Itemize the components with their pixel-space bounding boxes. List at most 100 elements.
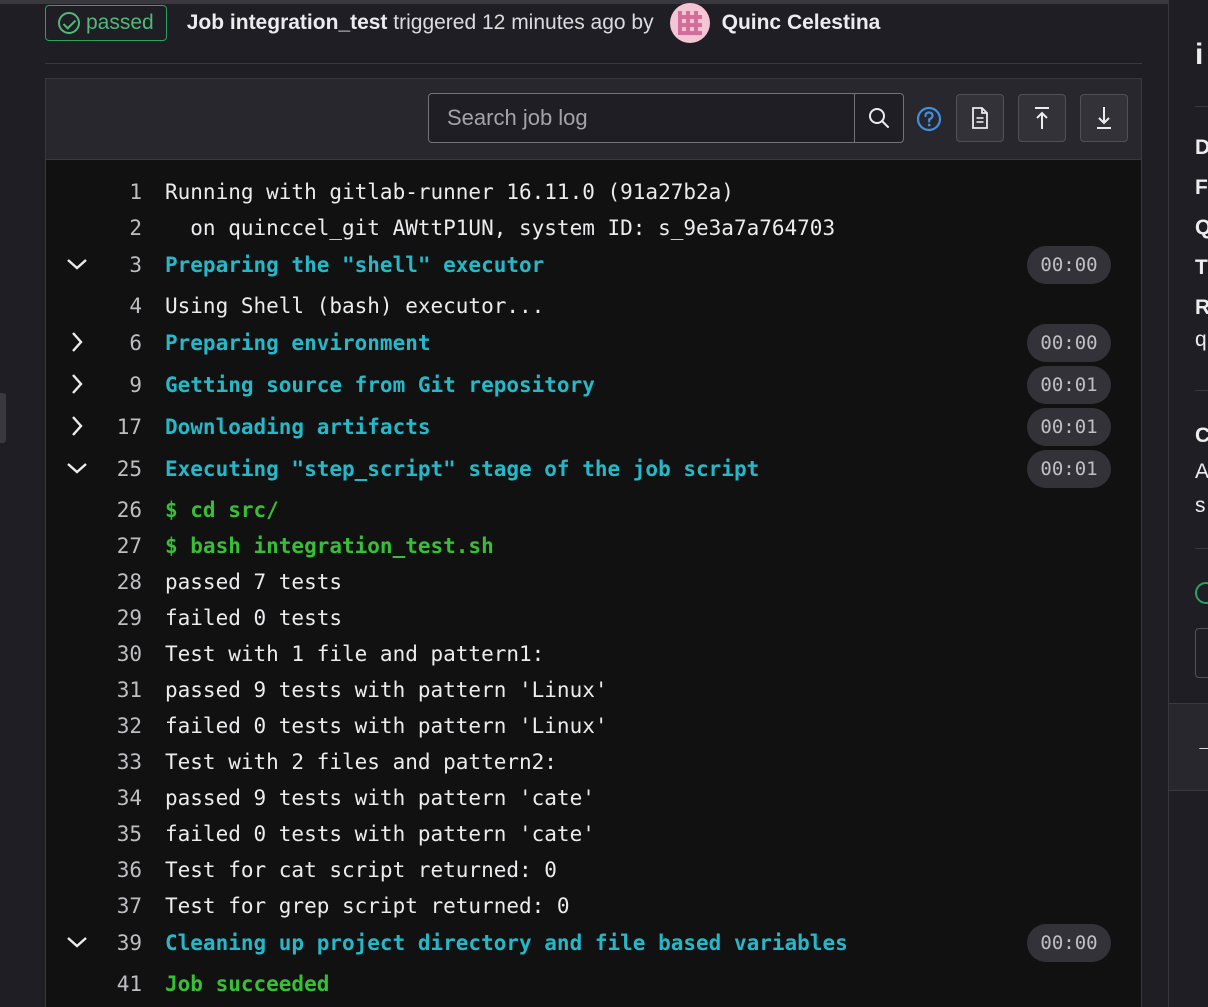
chevron-down-icon[interactable] — [64, 246, 90, 282]
section-title: Cleaning up project directory and file b… — [165, 931, 848, 955]
log-line: 2 on quinccel_git AWttP1UN, system ID: s… — [46, 210, 1141, 246]
duration-badge: 00:01 — [1027, 450, 1111, 488]
log-text: passed 7 tests — [165, 570, 343, 594]
job-log-panel: 1 Running with gitlab-runner 16.11.0 (91a… — [45, 78, 1142, 1007]
line-number[interactable]: 27 — [96, 528, 142, 564]
log-section-row[interactable]: 3 Preparing the "shell" executor 00:00 — [46, 246, 1141, 288]
arrow-right-icon[interactable]: → — [1195, 734, 1208, 758]
sidebar-description: A — [1195, 460, 1208, 483]
sidebar-divider — [1195, 548, 1208, 549]
line-number[interactable]: 34 — [96, 780, 142, 816]
chevron-down-icon[interactable] — [64, 924, 90, 960]
log-line: 37 Test for grep script returned: 0 — [46, 888, 1141, 924]
log-text: on quinccel_git AWttP1UN, system ID: s_9… — [165, 216, 836, 240]
sidebar-footer-block: → — [1169, 703, 1208, 791]
log-line: 1 Running with gitlab-runner 16.11.0 (91a… — [46, 174, 1141, 210]
log-text: Using Shell (bash) executor... — [165, 294, 545, 318]
log-toolbar — [46, 79, 1141, 160]
line-number[interactable]: 33 — [96, 744, 142, 780]
line-number[interactable]: 17 — [96, 408, 142, 446]
log-text: passed 9 tests with pattern 'cate' — [165, 786, 595, 810]
log-text: Job succeeded — [165, 972, 330, 996]
line-number[interactable]: 35 — [96, 816, 142, 852]
search-box — [428, 93, 904, 143]
chevron-right-icon[interactable] — [64, 324, 90, 360]
section-title: Getting source from Git repository — [165, 373, 595, 397]
search-button[interactable] — [854, 94, 903, 142]
header-divider — [45, 63, 1142, 64]
log-line: 41 Job succeeded — [46, 966, 1141, 1002]
sidebar-row-label: D — [1195, 136, 1208, 160]
sidebar-row-label: R — [1195, 296, 1208, 320]
line-number[interactable]: 31 — [96, 672, 142, 708]
log-line: 33 Test with 2 files and pattern2: — [46, 744, 1141, 780]
show-raw-button[interactable] — [956, 94, 1004, 142]
log-line: 36 Test for cat script returned: 0 — [46, 852, 1141, 888]
duration-badge: 00:01 — [1027, 366, 1111, 404]
line-number[interactable]: 41 — [96, 966, 142, 1002]
line-number[interactable]: 1 — [96, 174, 142, 210]
log-line: 30 Test with 1 file and pattern1: — [46, 636, 1141, 672]
status-success-icon — [1195, 582, 1208, 604]
log-section-row[interactable]: 39 Cleaning up project directory and file… — [46, 924, 1141, 966]
log-text: Test with 2 files and pattern2: — [165, 750, 557, 774]
document-icon — [972, 107, 988, 129]
log-line: 26 $ cd src/ — [46, 492, 1141, 528]
line-number[interactable]: 2 — [96, 210, 142, 246]
sidebar-row-value: q — [1195, 328, 1207, 351]
log-text: passed 9 tests with pattern 'Linux' — [165, 678, 608, 702]
left-nav-handle[interactable] — [0, 393, 6, 443]
search-job-log-input[interactable] — [429, 94, 854, 142]
log-text: Test with 1 file and pattern1: — [165, 642, 545, 666]
line-number[interactable]: 4 — [96, 288, 142, 324]
log-text: Running with gitlab-runner 16.11.0 (91a2… — [165, 180, 734, 204]
line-number[interactable]: 36 — [96, 852, 142, 888]
scroll-to-top-button[interactable] — [1018, 94, 1066, 142]
section-title: Executing "step_script" stage of the job… — [165, 457, 760, 481]
avatar[interactable] — [669, 3, 710, 43]
line-number[interactable]: 28 — [96, 564, 142, 600]
line-number[interactable]: 32 — [96, 708, 142, 744]
check-circle-icon — [58, 12, 80, 34]
line-number[interactable]: 6 — [96, 324, 142, 362]
log-line: 32 failed 0 tests with pattern 'Linux' — [46, 708, 1141, 744]
log-line: 29 failed 0 tests — [46, 600, 1141, 636]
sidebar-row-label: Q — [1195, 216, 1208, 240]
chevron-right-icon[interactable] — [64, 366, 90, 402]
scroll-down-icon — [1097, 107, 1111, 129]
section-title: Preparing environment — [165, 331, 431, 355]
sidebar-dropdown[interactable] — [1195, 628, 1208, 678]
status-badge[interactable]: passed — [45, 5, 167, 41]
help-icon[interactable] — [916, 106, 942, 132]
duration-badge: 00:00 — [1027, 324, 1111, 362]
log-section-row[interactable]: 6 Preparing environment 00:00 — [46, 324, 1141, 366]
line-number[interactable]: 3 — [96, 246, 142, 284]
line-number[interactable]: 37 — [96, 888, 142, 924]
log-line: 35 failed 0 tests with pattern 'cate' — [46, 816, 1141, 852]
status-badge-label: passed — [86, 11, 154, 34]
section-title: Downloading artifacts — [165, 415, 431, 439]
line-number[interactable]: 25 — [96, 450, 142, 488]
line-number[interactable]: 39 — [96, 924, 142, 962]
right-sidebar: i D F Q T R q C A s → — [1168, 0, 1208, 1007]
log-line: 27 $ bash integration_test.sh — [46, 528, 1141, 564]
log-section-row[interactable]: 25 Executing "step_script" stage of the j… — [46, 450, 1141, 492]
user-name-link[interactable]: Quinc Celestina — [722, 11, 881, 35]
line-number[interactable]: 30 — [96, 636, 142, 672]
line-number[interactable]: 26 — [96, 492, 142, 528]
chevron-right-icon[interactable] — [64, 408, 90, 444]
log-line: 34 passed 9 tests with pattern 'cate' — [46, 780, 1141, 816]
sidebar-divider — [1195, 106, 1208, 107]
chevron-down-icon[interactable] — [64, 450, 90, 486]
scroll-to-bottom-button[interactable] — [1080, 94, 1128, 142]
log-line: 31 passed 9 tests with pattern 'Linux' — [46, 672, 1141, 708]
sidebar-row-label: F — [1195, 176, 1208, 199]
job-prefix: Job — [186, 11, 225, 34]
job-name: integration_test — [229, 11, 388, 34]
log-text: failed 0 tests with pattern 'Linux' — [165, 714, 608, 738]
line-number[interactable]: 29 — [96, 600, 142, 636]
job-title: Job integration_test triggered 12 minute… — [187, 11, 654, 35]
line-number[interactable]: 9 — [96, 366, 142, 404]
log-section-row[interactable]: 17 Downloading artifacts 00:01 — [46, 408, 1141, 450]
log-section-row[interactable]: 9 Getting source from Git repository 00:01 — [46, 366, 1141, 408]
